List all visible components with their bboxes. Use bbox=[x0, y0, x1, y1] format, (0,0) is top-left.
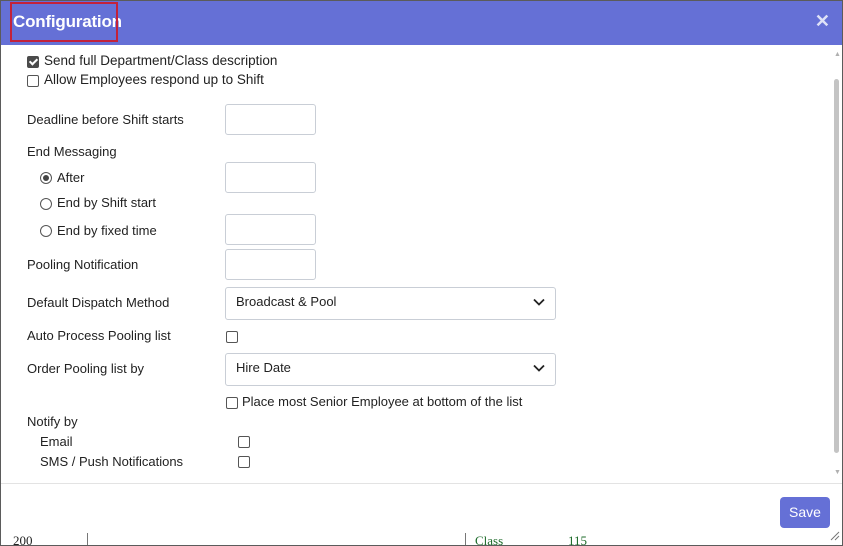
dispatch-method-label: Default Dispatch Method bbox=[27, 295, 170, 310]
pooling-notification-input[interactable] bbox=[225, 249, 316, 280]
end-messaging-label: End Messaging bbox=[27, 144, 117, 159]
dialog-titlebar: Configuration ✕ bbox=[1, 1, 842, 45]
senior-bottom-checkbox[interactable] bbox=[226, 397, 238, 409]
end-by-fixed-time-radio[interactable] bbox=[40, 225, 52, 237]
chevron-down-icon bbox=[533, 298, 545, 306]
auto-process-label: Auto Process Pooling list bbox=[27, 328, 171, 343]
deadline-label: Deadline before Shift starts bbox=[27, 112, 184, 127]
scrollbar-thumb[interactable] bbox=[834, 79, 839, 453]
end-by-fixed-time-input[interactable] bbox=[225, 214, 316, 245]
dispatch-method-value: Broadcast & Pool bbox=[236, 294, 337, 309]
pooling-notification-label: Pooling Notification bbox=[27, 257, 139, 272]
end-messaging-after-label: After bbox=[57, 170, 85, 185]
senior-bottom-label: Place most Senior Employee at bottom of … bbox=[242, 394, 523, 409]
end-by-shift-start-label: End by Shift start bbox=[57, 195, 156, 210]
close-icon[interactable]: ✕ bbox=[815, 12, 830, 30]
end-by-shift-start-radio[interactable] bbox=[40, 198, 52, 210]
background-divider bbox=[87, 533, 88, 545]
title-highlight-box bbox=[10, 2, 118, 42]
scroll-down-arrow-icon[interactable]: ▼ bbox=[834, 469, 841, 476]
footer-divider bbox=[1, 483, 842, 484]
send-full-description-checkbox[interactable] bbox=[27, 56, 39, 68]
save-button[interactable]: Save bbox=[780, 497, 830, 528]
dispatch-method-select[interactable]: Broadcast & Pool bbox=[225, 287, 556, 320]
background-page-strip: 200 Class 115 bbox=[1, 533, 842, 545]
auto-process-checkbox[interactable] bbox=[226, 331, 238, 343]
background-fragment-class: Class bbox=[475, 533, 504, 545]
scroll-up-arrow-icon[interactable]: ▲ bbox=[834, 51, 841, 58]
allow-employees-respond-checkbox[interactable] bbox=[27, 75, 39, 87]
deadline-input[interactable] bbox=[225, 104, 316, 135]
notify-sms-label: SMS / Push Notifications bbox=[40, 454, 184, 469]
chevron-down-icon bbox=[533, 364, 545, 372]
send-full-description-label: Send full Department/Class description bbox=[44, 53, 278, 68]
end-by-fixed-time-label: End by fixed time bbox=[57, 223, 157, 238]
notify-by-label: Notify by bbox=[27, 414, 78, 429]
end-messaging-after-radio[interactable] bbox=[40, 172, 52, 184]
configuration-dialog: Configuration ✕ Send full Department/Cla… bbox=[0, 0, 843, 546]
resize-grip-icon[interactable] bbox=[830, 531, 840, 541]
order-by-select[interactable]: Hire Date bbox=[225, 353, 556, 386]
allow-employees-respond-label: Allow Employees respond up to Shift bbox=[44, 72, 264, 87]
order-by-label: Order Pooling list by bbox=[27, 361, 145, 376]
notify-email-label: Email bbox=[40, 434, 73, 449]
end-messaging-after-input[interactable] bbox=[225, 162, 316, 193]
background-divider bbox=[465, 533, 466, 545]
background-fragment-number: 115 bbox=[568, 533, 588, 545]
order-by-value: Hire Date bbox=[236, 360, 291, 375]
background-fragment-number-left: 200 bbox=[13, 533, 33, 545]
notify-sms-checkbox[interactable] bbox=[238, 456, 250, 468]
vertical-scrollbar[interactable]: ▲ ▼ bbox=[832, 51, 841, 479]
notify-email-checkbox[interactable] bbox=[238, 436, 250, 448]
